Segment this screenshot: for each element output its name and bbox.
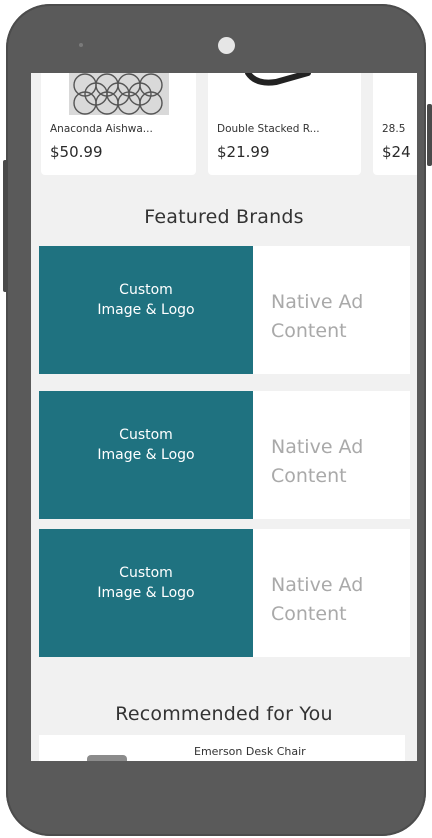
product-price: $24 bbox=[382, 143, 411, 161]
ad-content: Native Ad Content bbox=[271, 571, 363, 629]
ad-image: Custom Image & Logo bbox=[39, 529, 253, 657]
recommended-item-card[interactable]: Emerson Desk Chair bbox=[39, 735, 405, 761]
ad-image: Custom Image & Logo bbox=[39, 391, 253, 519]
ad-image-label: Custom bbox=[119, 282, 173, 298]
ad-image-label: Custom bbox=[119, 565, 173, 581]
ad-content-line: Content bbox=[271, 320, 347, 342]
ad-image-label: Custom bbox=[119, 427, 173, 443]
ad-image-label: Image & Logo bbox=[97, 585, 195, 601]
product-card[interactable]: Anaconda Aishwa... $50.99 bbox=[41, 73, 196, 175]
product-price: $21.99 bbox=[217, 143, 270, 161]
power-button bbox=[427, 104, 432, 166]
product-card[interactable]: Double Stacked R... $21.99 bbox=[208, 73, 361, 175]
recommended-item-name: Emerson Desk Chair bbox=[194, 745, 306, 758]
ad-content: Native Ad Content bbox=[271, 288, 363, 346]
native-ad-card[interactable]: Custom Image & Logo Native Ad Content bbox=[39, 529, 410, 657]
native-ad-card[interactable]: Custom Image & Logo Native Ad Content bbox=[39, 246, 410, 374]
black-case-icon bbox=[245, 73, 311, 86]
ad-content-line: Native Ad bbox=[271, 436, 364, 458]
sensor-dot bbox=[79, 43, 83, 47]
product-name: Anaconda Aishwa... bbox=[50, 123, 153, 135]
front-camera bbox=[218, 37, 235, 54]
ad-content-line: Native Ad bbox=[271, 291, 364, 313]
ad-content-line: Content bbox=[271, 465, 347, 487]
volume-button bbox=[3, 160, 8, 292]
product-card[interactable]: 28.5 $24 bbox=[373, 73, 417, 175]
ad-image-label: Image & Logo bbox=[97, 447, 195, 463]
ad-content-line: Native Ad bbox=[271, 574, 364, 596]
ad-image: Custom Image & Logo bbox=[39, 246, 253, 374]
ad-content: Native Ad Content bbox=[271, 433, 363, 491]
featured-brands-title: Featured Brands bbox=[144, 206, 304, 228]
product-name: Double Stacked R... bbox=[217, 123, 320, 135]
chair-icon bbox=[87, 755, 127, 761]
lattice-pattern-icon bbox=[69, 73, 169, 115]
native-ad-card[interactable]: Custom Image & Logo Native Ad Content bbox=[39, 391, 410, 519]
app-screen: Anaconda Aishwa... $50.99 Double Stacked… bbox=[31, 73, 417, 761]
ad-image-label: Image & Logo bbox=[97, 302, 195, 318]
product-name: 28.5 bbox=[382, 123, 406, 135]
recommended-title: Recommended for You bbox=[115, 703, 333, 725]
product-price: $50.99 bbox=[50, 143, 103, 161]
ad-content-line: Content bbox=[271, 603, 347, 625]
